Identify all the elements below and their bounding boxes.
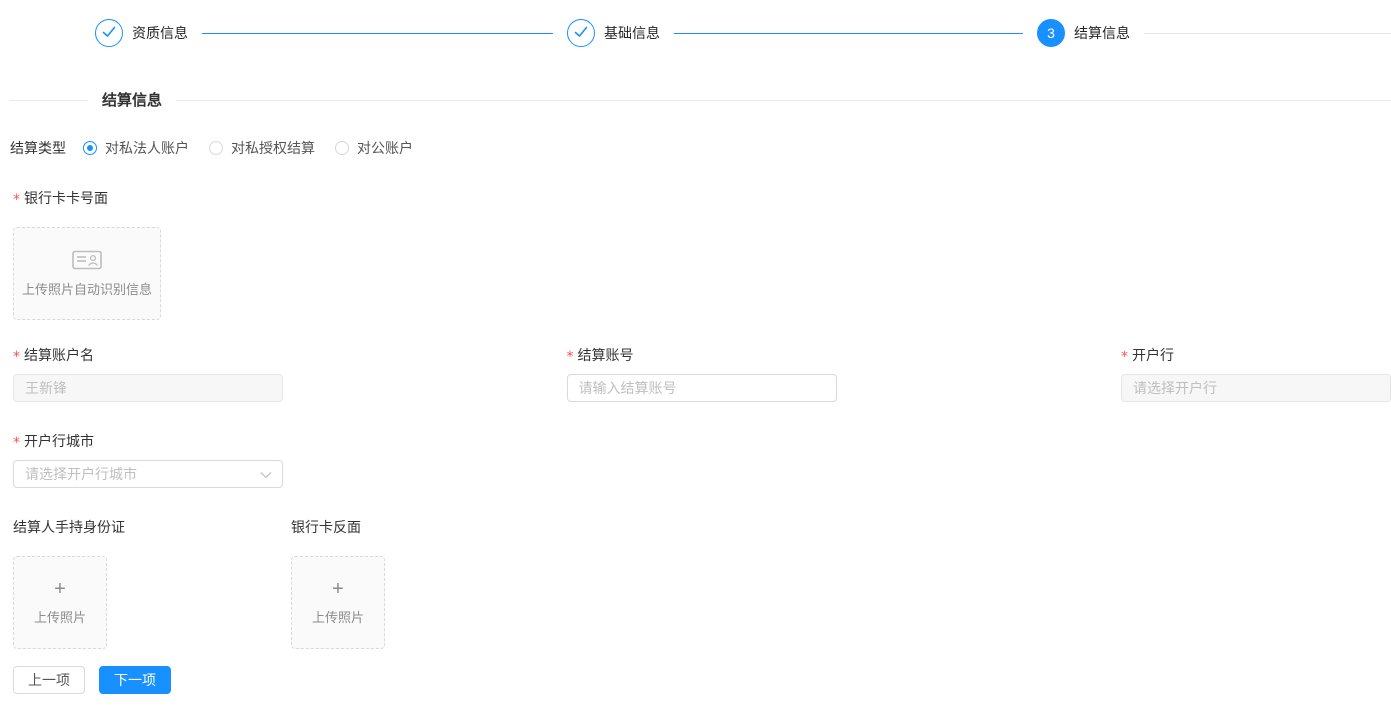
bank-card-front-upload[interactable]: 上传照片自动识别信息 — [13, 227, 161, 320]
step-basic-info[interactable]: 基础信息 — [567, 19, 1037, 47]
step-connector — [674, 33, 1023, 34]
account-number-input[interactable] — [567, 374, 837, 402]
step-finished-circle — [95, 19, 123, 47]
step-connector — [202, 33, 553, 34]
section-title: 结算信息 — [88, 90, 176, 111]
radio-corporate-account[interactable]: 对公账户 — [335, 138, 413, 158]
required-mark: * — [13, 435, 20, 451]
required-mark: * — [1121, 349, 1128, 365]
step-active-circle: 3 — [1037, 19, 1065, 47]
bank-card-back-label: 银行卡反面 — [291, 519, 385, 535]
upload-text: 上传照片 — [34, 607, 86, 626]
divider-line — [10, 100, 88, 101]
radio-icon — [209, 141, 223, 155]
id-card-holding-upload-field: 结算人手持身份证 + 上传照片 — [13, 519, 291, 649]
chevron-down-icon — [260, 466, 272, 482]
step-qualification-info[interactable]: 资质信息 — [95, 19, 567, 47]
bank-field: * 开户行 — [1121, 347, 1391, 402]
radio-label: 对私授权结算 — [231, 138, 315, 158]
radio-selected-icon — [83, 141, 97, 155]
id-card-holding-upload[interactable]: + 上传照片 — [13, 556, 107, 649]
fields-row: * 结算账户名 * 结算账号 * 开户行 — [13, 347, 1391, 402]
bank-city-select[interactable]: 请选择开户行城市 — [13, 460, 283, 488]
settlement-type-label: 结算类型 — [10, 138, 66, 158]
settlement-type-group: 结算类型 对私法人账户 对私授权结算 对公账户 — [10, 138, 1391, 158]
id-card-holding-label: 结算人手持身份证 — [13, 519, 291, 535]
upload-text: 上传照片 — [312, 607, 364, 626]
check-icon — [102, 25, 116, 41]
account-number-label: * 结算账号 — [567, 347, 1122, 363]
photo-uploads-row: 结算人手持身份证 + 上传照片 银行卡反面 + 上传照片 — [13, 519, 1391, 649]
bank-card-front-label: * 银行卡卡号面 — [13, 190, 1391, 206]
account-number-field: * 结算账号 — [567, 347, 1122, 402]
radio-private-authorized-settlement[interactable]: 对私授权结算 — [209, 138, 315, 158]
step-label: 结算信息 — [1074, 23, 1130, 43]
step-label: 基础信息 — [604, 23, 660, 43]
account-name-input — [13, 374, 283, 402]
section-divider: 结算信息 — [0, 90, 1391, 111]
radio-private-legal-account[interactable]: 对私法人账户 — [83, 138, 189, 158]
step-finished-circle — [567, 19, 595, 47]
step-connector — [1144, 33, 1391, 34]
form-actions: 上一项 下一项 — [13, 666, 1391, 694]
bank-select-input — [1121, 374, 1391, 402]
next-button[interactable]: 下一项 — [99, 666, 171, 694]
radio-label: 对私法人账户 — [105, 138, 189, 158]
plus-icon: + — [332, 579, 344, 599]
step-label: 资质信息 — [132, 23, 188, 43]
bank-city-field: * 开户行城市 请选择开户行城市 — [13, 433, 1391, 488]
bank-label: * 开户行 — [1121, 347, 1391, 363]
bank-city-placeholder: 请选择开户行城市 — [25, 464, 137, 484]
steps-bar: 资质信息 基础信息 3 结算信息 — [0, 19, 1391, 47]
settlement-form-page: 资质信息 基础信息 3 结算信息 结算信息 结算类型 对私法人账户 — [0, 19, 1391, 694]
required-mark: * — [567, 349, 574, 365]
previous-button[interactable]: 上一项 — [13, 666, 85, 694]
bank-card-back-upload-field: 银行卡反面 + 上传照片 — [291, 519, 385, 649]
plus-icon: + — [54, 579, 66, 599]
radio-label: 对公账户 — [357, 138, 413, 158]
bank-card-back-upload[interactable]: + 上传照片 — [291, 556, 385, 649]
account-name-field: * 结算账户名 — [13, 347, 567, 402]
step-settlement-info[interactable]: 3 结算信息 — [1037, 19, 1391, 47]
ocr-upload-text: 上传照片自动识别信息 — [22, 279, 152, 298]
divider-line — [176, 100, 1391, 101]
bank-city-label: * 开户行城市 — [13, 433, 1391, 449]
radio-icon — [335, 141, 349, 155]
id-card-icon — [72, 250, 102, 273]
required-mark: * — [13, 192, 20, 208]
check-icon — [574, 25, 588, 41]
account-name-label: * 结算账户名 — [13, 347, 567, 363]
required-mark: * — [13, 349, 20, 365]
